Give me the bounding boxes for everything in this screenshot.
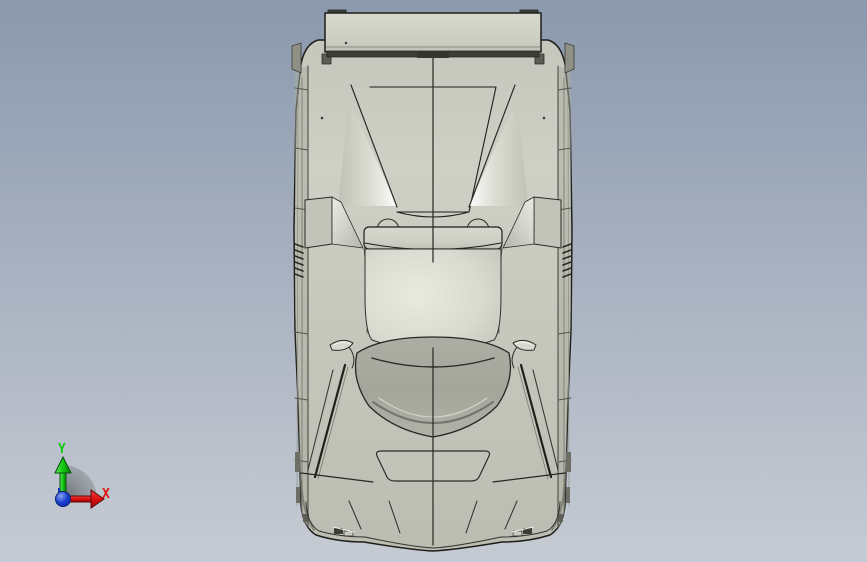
- y-axis-label: Y: [58, 442, 66, 457]
- cabin-panel: [364, 248, 502, 352]
- x-axis-label: X: [102, 487, 110, 502]
- side-pod: [304, 196, 333, 249]
- car-model[interactable]: [291, 8, 576, 552]
- wing-center-mount: [417, 52, 449, 58]
- rear-wing: [324, 12, 542, 58]
- cad-viewport[interactable]: Y X: [0, 0, 867, 562]
- origin-sphere: [55, 491, 71, 507]
